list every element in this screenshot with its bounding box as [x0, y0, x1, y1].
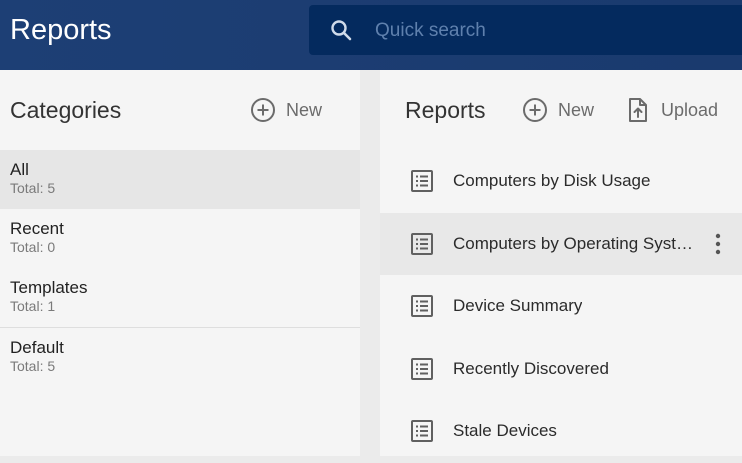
category-list: All Total: 5 Recent Total: 0 Templates T…: [0, 150, 360, 386]
categories-panel: Categories New All Total: 5 Recent Total…: [0, 70, 360, 456]
category-total: Total: 1: [10, 298, 56, 314]
upload-label: Upload: [661, 99, 719, 120]
upload-file-icon: [629, 98, 647, 122]
new-report-button[interactable]: New: [522, 97, 594, 123]
report-list-icon: [411, 357, 433, 380]
categories-title: Categories: [10, 97, 122, 123]
report-item[interactable]: Device Summary: [380, 275, 742, 338]
search-box[interactable]: [309, 5, 742, 55]
category-item-templates[interactable]: Templates Total: 1: [0, 268, 360, 327]
report-list-icon: [411, 170, 433, 193]
report-name: Device Summary: [453, 296, 583, 316]
more-options-icon[interactable]: [712, 232, 724, 256]
report-list-icon: [411, 232, 433, 255]
report-item[interactable]: Computers by Disk Usage: [380, 150, 742, 213]
upload-button[interactable]: Upload: [625, 97, 718, 123]
category-item-recent[interactable]: Recent Total: 0: [0, 209, 360, 268]
report-name: Computers by Operating System: [453, 233, 693, 253]
report-item[interactable]: Computers by Operating System: [380, 212, 742, 275]
new-category-button[interactable]: New: [250, 97, 322, 123]
app-header: Reports: [0, 0, 742, 70]
category-name: Default: [10, 338, 64, 357]
reports-title: Reports: [405, 97, 486, 123]
report-list-icon: [411, 295, 433, 318]
report-list: Computers by Disk Usage Computers by Ope…: [380, 150, 742, 463]
report-name: Recently Discovered: [453, 358, 609, 378]
report-item[interactable]: Stale Devices: [380, 400, 742, 463]
category-name: Templates: [10, 278, 88, 297]
add-circle-icon: [523, 98, 547, 122]
new-category-label: New: [286, 99, 323, 120]
category-total: Total: 0: [10, 239, 56, 255]
new-report-label: New: [558, 99, 595, 120]
report-item[interactable]: Recently Discovered: [380, 338, 742, 401]
report-name: Stale Devices: [453, 421, 557, 441]
add-circle-icon: [251, 98, 275, 122]
search-input[interactable]: [373, 15, 737, 47]
category-total: Total: 5: [10, 358, 56, 374]
search-icon[interactable]: [329, 18, 353, 42]
category-total: Total: 5: [10, 180, 56, 196]
category-name: Recent: [10, 219, 64, 238]
reports-panel: Reports New Upload Computers by Disk Usa…: [380, 70, 742, 456]
category-item-default[interactable]: Default Total: 5: [0, 327, 360, 386]
app-title: Reports: [10, 14, 112, 46]
report-name: Computers by Disk Usage: [453, 171, 651, 191]
report-list-icon: [411, 420, 433, 443]
category-item-all[interactable]: All Total: 5: [0, 150, 360, 209]
category-name: All: [10, 160, 29, 179]
